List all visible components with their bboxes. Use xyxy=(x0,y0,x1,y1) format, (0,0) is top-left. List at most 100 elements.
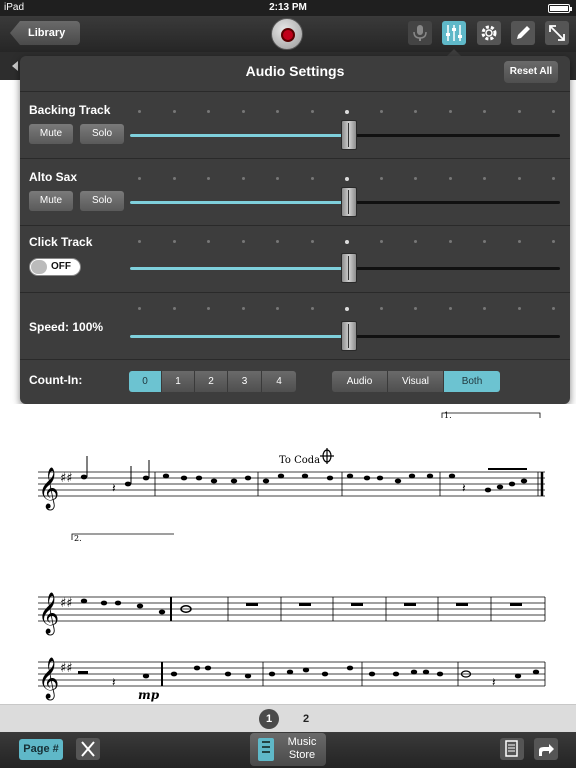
slider-tick xyxy=(172,177,176,180)
slider-tick xyxy=(345,240,349,244)
record-button[interactable] xyxy=(271,18,303,50)
slider-tick xyxy=(241,177,245,180)
slider-tick xyxy=(379,110,383,113)
click-track-label: Click Track xyxy=(29,235,93,249)
slider-tick xyxy=(241,110,245,113)
previous-arrow-icon[interactable] xyxy=(12,61,18,71)
alto-sax-label: Alto Sax xyxy=(29,170,78,184)
slider-ticks xyxy=(130,307,560,311)
alto-sax-mute-button[interactable]: Mute xyxy=(29,191,73,211)
slider-tick xyxy=(276,177,279,180)
gear-icon[interactable] xyxy=(477,21,501,45)
count-in-option[interactable]: 0 xyxy=(129,371,162,392)
alto-sax-slider-thumb[interactable] xyxy=(341,187,357,217)
slider-tick xyxy=(552,240,555,243)
slider-tick xyxy=(379,307,383,310)
treble-clef-icon: 𝄞 xyxy=(38,657,59,700)
slider-tick xyxy=(310,110,314,113)
speed-section: Speed: 100% xyxy=(20,292,570,358)
backing-track-slider-thumb[interactable] xyxy=(341,120,357,150)
mixer-icon[interactable] xyxy=(442,21,466,45)
click-track-slider-thumb[interactable] xyxy=(341,253,357,283)
key-signature: ♯♯ xyxy=(60,596,73,611)
staff-3-notes: 𝄽 𝄽 xyxy=(78,665,540,689)
slider-tick xyxy=(276,307,279,310)
slider-tick xyxy=(414,110,417,113)
slider-tick xyxy=(414,240,417,243)
page-2-indicator[interactable]: 2 xyxy=(296,709,316,729)
count-in-section: Count-In: 0 1 2 3 4 Audio Visual Both xyxy=(20,359,570,404)
slider-tick xyxy=(379,240,383,243)
slider-tick xyxy=(552,307,555,310)
to-coda-text: To Coda xyxy=(279,455,320,466)
coda-icon xyxy=(320,448,334,464)
count-in-option[interactable]: 3 xyxy=(228,371,262,392)
status-bar: iPad 2:13 PM xyxy=(0,0,576,16)
count-in-option[interactable]: 1 xyxy=(162,371,195,392)
battery-icon xyxy=(548,4,572,13)
click-track-toggle[interactable]: OFF xyxy=(29,258,81,276)
slider-tick xyxy=(414,307,417,310)
backing-track-solo-button[interactable]: Solo xyxy=(80,124,124,144)
slider-tick xyxy=(448,307,452,310)
page-1-indicator[interactable]: 1 xyxy=(259,709,279,729)
count-in-option[interactable]: 2 xyxy=(195,371,228,392)
library-button[interactable]: Library xyxy=(10,21,80,45)
slider-tick xyxy=(552,110,555,113)
svg-text:𝄽: 𝄽 xyxy=(112,481,116,495)
slider-tick xyxy=(241,240,245,243)
page-indicator-bar: 1 2 xyxy=(0,704,576,732)
document-list-icon[interactable] xyxy=(500,738,524,760)
count-in-mode-selector: Audio Visual Both xyxy=(332,371,500,392)
count-in-selector: 0 1 2 3 4 xyxy=(129,371,296,392)
music-store-label: Music Store xyxy=(287,736,317,761)
expand-icon[interactable] xyxy=(545,21,569,45)
slider-tick xyxy=(207,307,210,310)
slider-tick xyxy=(483,177,486,180)
svg-text:𝄽: 𝄽 xyxy=(462,481,466,495)
count-in-mode-visual[interactable]: Visual xyxy=(388,371,444,392)
tools-icon[interactable] xyxy=(76,738,100,760)
first-ending-label: 1. xyxy=(444,411,452,420)
alto-sax-section: Alto Sax Mute Solo xyxy=(20,158,570,224)
speed-slider-thumb[interactable] xyxy=(341,321,357,351)
key-signature: ♯♯ xyxy=(60,661,73,676)
popover-title: Audio Settings xyxy=(245,63,345,79)
count-in-label: Count-In: xyxy=(29,373,83,387)
audio-settings-popover: Audio Settings Reset All Backing Track M… xyxy=(20,56,570,404)
alto-sax-solo-button[interactable]: Solo xyxy=(80,191,124,211)
slider-tick xyxy=(276,110,279,113)
sheet-music[interactable]: 1. To Coda 𝄞 ♯♯ 𝄽 𝄽 2. 𝄞 ♯♯ 𝄞 ♯♯ 𝄽 𝄽 mp xyxy=(0,404,576,704)
toggle-state-label: OFF xyxy=(51,261,71,272)
treble-clef-icon: 𝄞 xyxy=(38,592,59,635)
svg-text:𝄽: 𝄽 xyxy=(112,675,116,689)
backing-track-mute-button[interactable]: Mute xyxy=(29,124,73,144)
music-store-button[interactable]: Music Store xyxy=(250,733,326,766)
slider-tick xyxy=(207,240,210,243)
reset-all-button[interactable]: Reset All xyxy=(504,61,558,83)
slider-tick xyxy=(172,110,176,113)
slider-tick xyxy=(414,177,417,180)
page-number-button[interactable]: Page # xyxy=(19,739,63,760)
share-icon[interactable] xyxy=(534,738,558,760)
slider-tick xyxy=(310,307,314,310)
record-icon xyxy=(281,28,295,42)
dynamic-marking: mp xyxy=(138,688,160,702)
popover-pointer xyxy=(447,49,461,56)
slider-tick xyxy=(517,110,521,113)
top-toolbar: Library xyxy=(0,16,576,52)
svg-text:𝄽: 𝄽 xyxy=(492,675,496,689)
second-ending-label: 2. xyxy=(74,534,82,543)
slider-tick xyxy=(448,110,452,113)
slider-tick xyxy=(379,177,383,180)
count-in-mode-audio[interactable]: Audio xyxy=(332,371,388,392)
slider-tick xyxy=(138,177,141,180)
slider-tick xyxy=(483,110,486,113)
slider-tick xyxy=(310,240,314,243)
pencil-icon[interactable] xyxy=(511,21,535,45)
slider-tick xyxy=(517,240,521,243)
count-in-mode-both[interactable]: Both xyxy=(444,371,500,392)
microphone-icon[interactable] xyxy=(408,21,432,45)
count-in-option[interactable]: 4 xyxy=(262,371,296,392)
music-store-icon xyxy=(258,738,274,761)
